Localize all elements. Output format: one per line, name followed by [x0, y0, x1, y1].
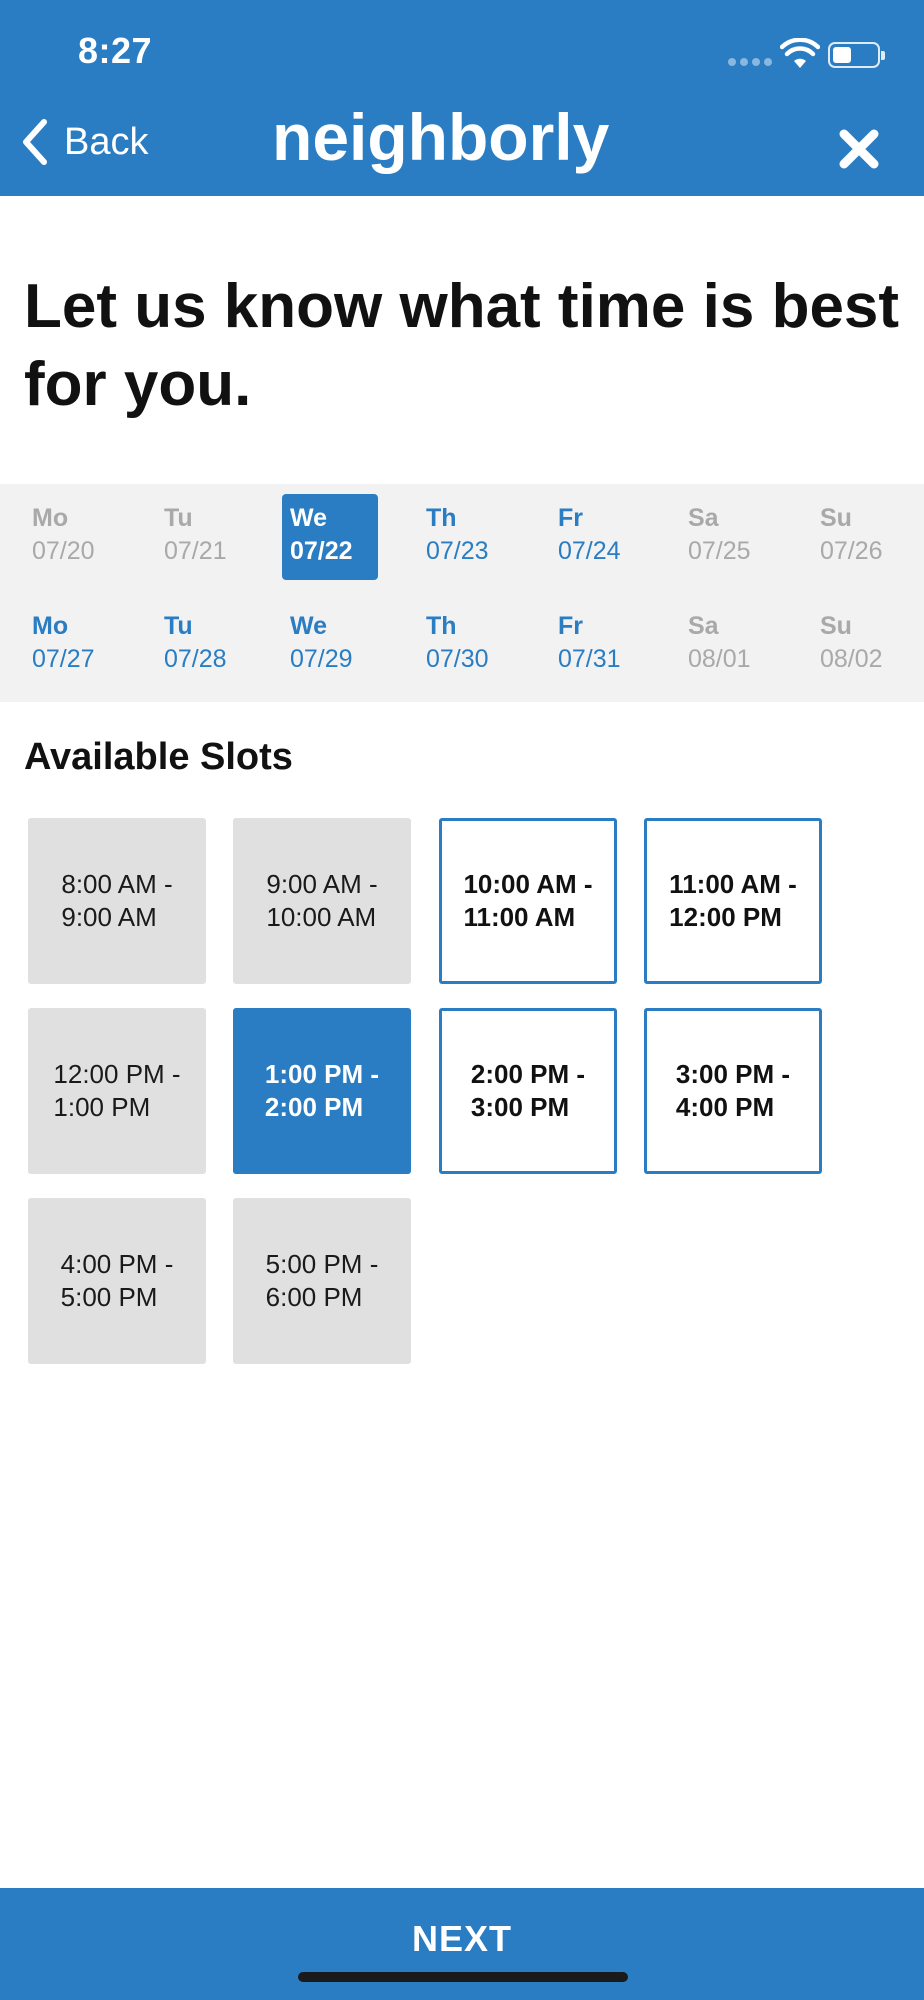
calendar-day: Su 08/02 — [812, 602, 908, 688]
calendar-day[interactable]: Th 07/30 — [418, 602, 514, 688]
time-slot: 12:00 PM - 1:00 PM — [28, 1008, 206, 1174]
time-slot[interactable]: 1:00 PM - 2:00 PM — [233, 1008, 411, 1174]
calendar-day-name: Fr — [558, 504, 583, 532]
calendar-day-date: 07/22 — [290, 537, 353, 565]
next-label: NEXT — [411, 1918, 512, 1959]
calendar-day-date: 07/29 — [290, 645, 353, 673]
calendar-day-date: 08/02 — [820, 645, 883, 673]
calendar-day-name: Th — [426, 504, 457, 532]
calendar-day-date: 07/23 — [426, 537, 489, 565]
back-button[interactable]: Back — [18, 118, 148, 166]
calendar-day-date: 07/25 — [688, 537, 751, 565]
calendar-day-name: Su — [820, 504, 852, 532]
time-slot-label: 11:00 AM - 12:00 PM — [669, 869, 797, 932]
slots-heading: Available Slots — [24, 736, 293, 778]
time-slot: 9:00 AM - 10:00 AM — [233, 818, 411, 984]
time-slot-label: 12:00 PM - 1:00 PM — [53, 1059, 181, 1122]
calendar-day[interactable]: Mo 07/27 — [24, 602, 120, 688]
calendar-day[interactable]: Th 07/23 — [418, 494, 514, 580]
status-time: 8:27 — [78, 30, 153, 71]
calendar-day-date: 07/28 — [164, 645, 227, 673]
scheduling-screen: 8:27 Back neighborly Let us know what ti… — [0, 0, 924, 2000]
calendar-day-name: Tu — [164, 504, 193, 532]
time-slot-label: 1:00 PM - 2:00 PM — [264, 1059, 380, 1122]
time-slot[interactable]: 10:00 AM - 11:00 AM — [439, 818, 617, 984]
calendar-day-date: 07/30 — [426, 645, 489, 673]
calendar-day: Sa 08/01 — [680, 602, 776, 688]
calendar-day-name: Su — [820, 612, 852, 640]
time-slot-label: 10:00 AM - 11:00 AM — [463, 869, 593, 932]
calendar-day-name: We — [290, 612, 328, 640]
calendar-day[interactable]: Fr 07/31 — [550, 602, 646, 688]
calendar-day-name: Fr — [558, 612, 583, 640]
cellular-signal-icon — [728, 58, 772, 66]
time-slot-label: 8:00 AM - 9:00 AM — [61, 869, 173, 932]
time-slot-label: 5:00 PM - 6:00 PM — [265, 1249, 379, 1312]
calendar-day[interactable]: We 07/22 — [282, 494, 378, 580]
calendar-day-date: 07/20 — [32, 537, 95, 565]
time-slot[interactable]: 2:00 PM - 3:00 PM — [439, 1008, 617, 1174]
calendar-day-date: 07/21 — [164, 537, 227, 565]
calendar-day-name: Tu — [164, 612, 193, 640]
calendar-day: Mo 07/20 — [24, 494, 120, 580]
date-picker: Mo 07/20 Tu 07/21 We 07/22 Th 07/23 Fr 07/24 Sa 07/… — [0, 484, 924, 702]
time-slot: 8:00 AM - 9:00 AM — [28, 818, 206, 984]
time-slot-label: 3:00 PM - 4:00 PM — [675, 1059, 791, 1122]
back-label: Back — [64, 120, 149, 163]
time-slot: 4:00 PM - 5:00 PM — [28, 1198, 206, 1364]
calendar-day-date: 07/31 — [558, 645, 621, 673]
calendar-day-name: Sa — [688, 504, 719, 532]
page-title: Let us know what time is best for you. — [24, 272, 900, 419]
calendar-day: Sa 07/25 — [680, 494, 776, 580]
calendar-day-date: 08/01 — [688, 645, 751, 673]
calendar-day-name: Mo — [32, 504, 69, 532]
calendar-day-name: We — [290, 504, 328, 532]
calendar-day: Tu 07/21 — [156, 494, 252, 580]
time-slot[interactable]: 3:00 PM - 4:00 PM — [644, 1008, 822, 1174]
time-slot: 5:00 PM - 6:00 PM — [233, 1198, 411, 1364]
calendar-day-name: Mo — [32, 612, 69, 640]
app-header: 8:27 Back neighborly — [0, 0, 924, 196]
time-slot-label: 4:00 PM - 5:00 PM — [60, 1249, 174, 1312]
calendar-day-name: Sa — [688, 612, 719, 640]
close-icon[interactable] — [838, 128, 880, 170]
next-button[interactable]: NEXT — [0, 1888, 924, 2000]
calendar-day: Su 07/26 — [812, 494, 908, 580]
time-slot-label: 2:00 PM - 3:00 PM — [470, 1059, 586, 1122]
wifi-icon — [780, 38, 820, 68]
battery-icon — [828, 42, 885, 68]
calendar-day-name: Th — [426, 612, 457, 640]
calendar-day[interactable]: Tu 07/28 — [156, 602, 252, 688]
calendar-day-date: 07/27 — [32, 645, 95, 673]
time-slot-label: 9:00 AM - 10:00 AM — [266, 869, 378, 932]
brand-logo: neighborly — [272, 100, 610, 174]
calendar-day[interactable]: We 07/29 — [282, 602, 378, 688]
chevron-left-icon — [23, 119, 47, 165]
calendar-day-date: 07/24 — [558, 537, 621, 565]
home-indicator — [298, 1972, 628, 1982]
calendar-day-date: 07/26 — [820, 537, 883, 565]
time-slot[interactable]: 11:00 AM - 12:00 PM — [644, 818, 822, 984]
calendar-day[interactable]: Fr 07/24 — [550, 494, 646, 580]
